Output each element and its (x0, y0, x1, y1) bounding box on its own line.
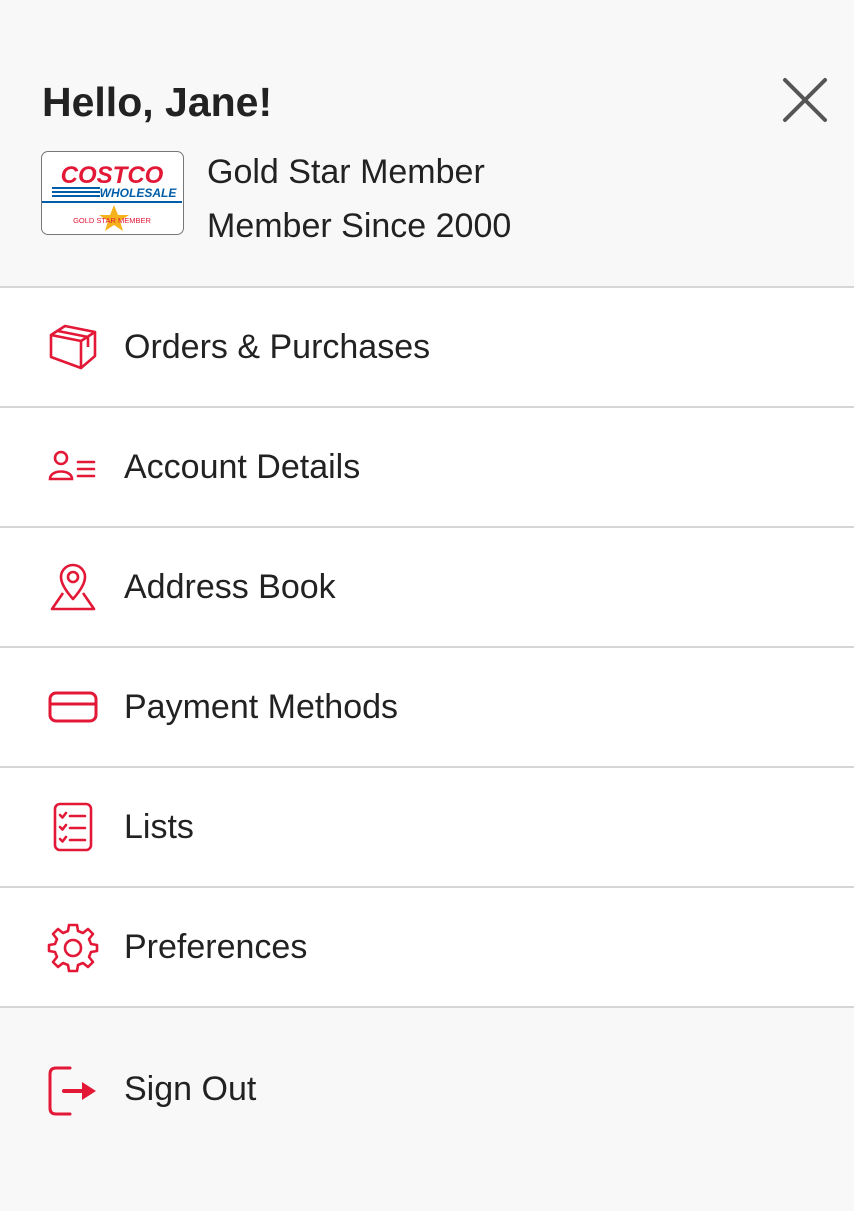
member-since: Member Since 2000 (207, 207, 512, 245)
account-header: Hello, Jane! COSTCO WHOLESALE GOLD STAR … (0, 0, 854, 288)
user-list-icon (46, 440, 100, 494)
sign-out-button[interactable]: Sign Out (0, 1008, 854, 1168)
menu-item-payment-methods[interactable]: Payment Methods (0, 648, 854, 768)
costco-logo: COSTCO WHOLESALE GOLD STAR MEMBER (42, 162, 182, 231)
gear-icon (46, 920, 100, 974)
menu-item-label: Lists (124, 807, 194, 846)
account-menu: Orders & Purchases Account Details Addre… (0, 288, 854, 1008)
map-pin-icon (46, 560, 100, 614)
credit-card-icon (46, 680, 100, 734)
member-info: Gold Star Member Member Since 2000 (207, 145, 511, 253)
checklist-icon (46, 800, 100, 854)
sign-out-label: Sign Out (124, 1070, 257, 1108)
greeting-title: Hello, Jane! (42, 79, 273, 125)
card-brand-top: COSTCO (61, 162, 164, 189)
menu-item-lists[interactable]: Lists (0, 768, 854, 888)
menu-item-preferences[interactable]: Preferences (0, 888, 854, 1008)
member-tier: Gold Star Member (207, 153, 485, 191)
menu-item-label: Orders & Purchases (124, 327, 431, 366)
account-menu-panel: Hello, Jane! COSTCO WHOLESALE GOLD STAR … (0, 0, 854, 1211)
menu-item-label: Account Details (124, 447, 361, 486)
membership-card: COSTCO WHOLESALE GOLD STAR MEMBER (41, 151, 184, 235)
card-tier-text: GOLD STAR MEMBER (73, 216, 151, 225)
close-button[interactable] (781, 76, 829, 124)
card-brand-bottom: WHOLESALE (100, 186, 178, 200)
menu-item-label: Preferences (124, 927, 308, 966)
sign-out-icon (46, 1064, 100, 1118)
menu-item-label: Payment Methods (124, 687, 399, 726)
menu-item-orders[interactable]: Orders & Purchases (0, 288, 854, 408)
menu-item-label: Address Book (124, 567, 336, 606)
menu-item-address-book[interactable]: Address Book (0, 528, 854, 648)
box-icon (46, 320, 100, 374)
menu-item-account-details[interactable]: Account Details (0, 408, 854, 528)
close-icon (783, 78, 827, 122)
